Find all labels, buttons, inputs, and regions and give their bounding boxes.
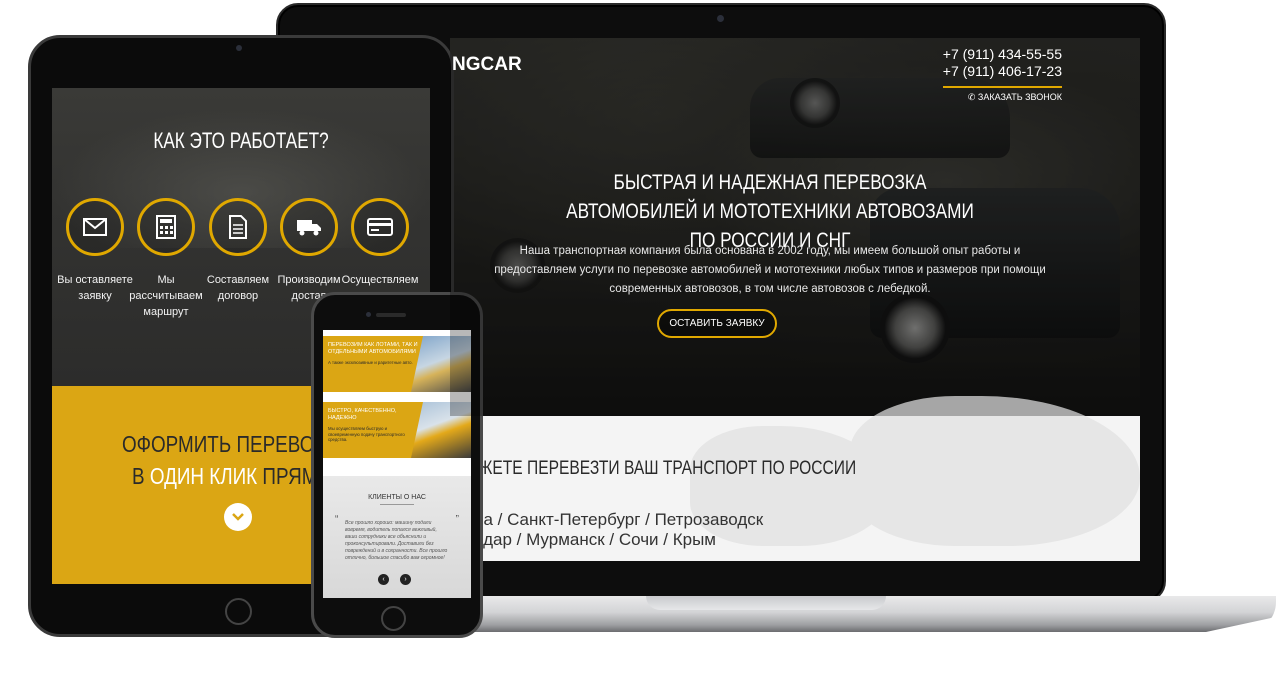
prev-arrow-icon[interactable]: ‹ [378, 574, 389, 585]
phone-number-1[interactable]: +7 (911) 434-55-55 [943, 46, 1062, 63]
step-delivery: Производим достав [277, 198, 341, 304]
phone-number-2[interactable]: +7 (911) 406-17-23 [943, 63, 1062, 80]
step-contract: Составляем договор [207, 198, 269, 304]
step-payment: Осуществляем [342, 198, 418, 288]
feature-card-desc: А также эксклюзивные и раритетные авто. [328, 360, 413, 365]
chevron-down-icon[interactable] [224, 503, 252, 531]
step-label: Осуществляем [341, 274, 419, 286]
reviews-title: КЛИЕНТЫ О НАС [368, 494, 426, 501]
step-request: Вы оставляете заявку [57, 198, 133, 304]
quote-open-icon: “ [335, 514, 339, 525]
feature-card-title: БЫСТРО, КАЧЕСТВЕННО, НАДЕЖНО [328, 408, 397, 421]
request-call-link[interactable]: ✆ ЗАКАЗАТЬ ЗВОНОК [942, 86, 1062, 103]
phone-camera [366, 312, 371, 317]
phone-speaker [376, 313, 406, 317]
envelope-icon [66, 198, 124, 256]
phone-screen: ПЕРЕВОЗИМ КАК ЛОТАМИ, ТАК И ОТДЕЛЬНЫМИ А… [323, 330, 471, 598]
cities-line-1: ра / Санкт-Петербург / Петрозаводск [474, 510, 764, 529]
device-mockup-stage: NGCAR +7 (911) 434-55-55 +7 (911) 406-17… [0, 0, 1280, 684]
coverage-section: ЖЕТЕ ПЕРЕВЕЗТИ ВАШ ТРАНСПОРТ ПО РОССИИ р… [450, 396, 1140, 561]
feature-card-title: ПЕРЕВОЗИМ КАК ЛОТАМИ, ТАК И ОТДЕЛЬНЫМИ А… [328, 342, 418, 355]
phone-block: +7 (911) 434-55-55 +7 (911) 406-17-23 ✆ … [942, 46, 1062, 103]
site-logo[interactable]: NGCAR [452, 54, 522, 76]
step-label: Вы оставляете заявку [57, 274, 133, 302]
cta-prefix: В [132, 463, 150, 489]
laptop-notch [646, 596, 886, 610]
tablet-camera [236, 45, 242, 51]
laptop-screen: NGCAR +7 (911) 434-55-55 +7 (911) 406-17… [450, 38, 1140, 561]
credit-card-icon [351, 198, 409, 256]
step-label: Составляем договор [206, 274, 270, 302]
cities-line-2: одар / Мурманск / Сочи / Крым [474, 530, 716, 549]
document-icon [209, 198, 267, 256]
step-label: Мы рассчитываем маршрут [129, 274, 203, 318]
submit-request-button[interactable]: ОСТАВИТЬ ЗАЯВКУ [657, 309, 777, 338]
feature-card-text: БЫСТРО, КАЧЕСТВЕННО, НАДЕЖНО Мы осуществ… [323, 402, 423, 458]
feature-card-fast: БЫСТРО, КАЧЕСТВЕННО, НАДЕЖНО Мы осуществ… [323, 402, 471, 458]
truck-icon [280, 198, 338, 256]
review-text: Все прошло хорошо: машину подали вовремя… [345, 520, 448, 561]
quick-order-title: ОФОРМИТЬ ПЕРЕВОЗК [122, 431, 337, 457]
feature-card-desc: Мы осуществляем быструю и своевременную … [328, 426, 405, 442]
tablet-home-button [225, 598, 252, 625]
coverage-title: ЖЕТЕ ПЕРЕВЕЗТИ ВАШ ТРАНСПОРТ ПО РОССИИ [478, 458, 857, 479]
step-route: Мы рассчитываем маршрут [129, 198, 203, 320]
how-it-works-title: КАК ЭТО РАБОТАЕТ? [153, 128, 329, 153]
cta-highlight: ОДИН КЛИК [149, 463, 258, 489]
feature-card-lots: ПЕРЕВОЗИМ КАК ЛОТАМИ, ТАК И ОТДЕЛЬНЫМИ А… [323, 336, 471, 392]
laptop-camera [717, 15, 724, 22]
next-arrow-icon[interactable]: › [400, 574, 411, 585]
phone-home-button [381, 606, 406, 631]
quote-close-icon: ” [455, 514, 459, 525]
calculator-icon [137, 198, 195, 256]
reviews-section: КЛИЕНТЫ О НАС “ ” Все прошло хорошо: маш… [323, 476, 471, 598]
feature-card-text: ПЕРЕВОЗИМ КАК ЛОТАМИ, ТАК И ОТДЕЛЬНЫМИ А… [323, 336, 423, 392]
hero-description: Наша транспортная компания была основана… [494, 245, 1046, 295]
map-shape [850, 396, 1140, 546]
divider [380, 504, 414, 505]
